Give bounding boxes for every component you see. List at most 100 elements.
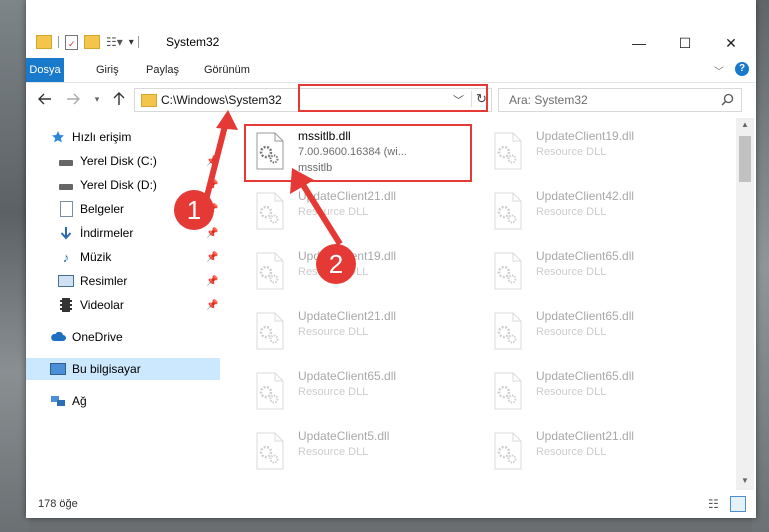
tab-share[interactable]: Paylaş — [136, 58, 189, 82]
file-tile[interactable]: UpdateClient19.dllResource DLL — [484, 122, 714, 182]
cloud-icon — [50, 329, 66, 345]
folder-icon — [141, 94, 157, 107]
scroll-down-icon[interactable]: ▼ — [741, 476, 749, 485]
dll-file-icon — [254, 252, 286, 290]
drive-icon — [58, 153, 74, 169]
expand-ribbon-icon[interactable]: ﹀ — [714, 63, 724, 78]
file-tile[interactable]: UpdateClient19.dllResource DLL — [246, 242, 476, 302]
network-icon — [50, 393, 66, 409]
search-icon[interactable] — [721, 93, 734, 106]
separator-icon — [58, 36, 59, 48]
forward-button[interactable] — [64, 90, 82, 108]
file-name: UpdateClient5.dll — [298, 429, 390, 443]
file-tile[interactable]: UpdateClient5.dll Resource DLL — [246, 422, 476, 482]
computer-icon — [50, 361, 66, 377]
window-title: System32 — [166, 35, 220, 49]
file-description: Resource DLL — [536, 266, 607, 278]
file-description: Resource DLL — [536, 206, 607, 218]
sidebar-item-label: Hızlı erişim — [72, 130, 132, 144]
file-tile[interactable]: UpdateClient65.dll Resource DLL — [484, 302, 714, 362]
file-tile[interactable]: UpdateClient65.dll Resource DLL — [484, 362, 714, 422]
music-icon: ♪ — [62, 249, 70, 265]
file-description: Resource DLL — [298, 386, 369, 398]
file-name: UpdateClient65.dll — [298, 369, 397, 383]
details-view-icon[interactable]: ☷ — [708, 497, 719, 511]
pin-icon[interactable]: 📌 — [206, 276, 218, 287]
file-tile[interactable]: UpdateClient42.dll Resource DLL — [484, 182, 714, 242]
maximize-button[interactable]: ☐ — [662, 30, 708, 56]
separator-icon — [137, 36, 139, 48]
pin-icon[interactable]: 📌 — [206, 228, 218, 239]
file-tile[interactable]: UpdateClient65.dll Resource DLL — [246, 362, 476, 422]
minimize-button[interactable]: — — [616, 30, 662, 56]
close-button[interactable]: ✕ — [708, 30, 754, 56]
file-tile[interactable]: UpdateClient65.dll Resource DLL — [484, 242, 714, 302]
sidebar-item-videos[interactable]: Videolar — [58, 294, 220, 316]
star-icon — [50, 129, 66, 145]
tab-view[interactable]: Görünüm — [194, 58, 260, 82]
dll-file-icon — [492, 252, 524, 290]
tab-home[interactable]: Giriş — [86, 58, 129, 82]
file-tile[interactable]: UpdateClient21.dll Resource DLL — [246, 182, 476, 242]
sidebar-item-label: Videolar — [80, 298, 124, 312]
dll-file-icon — [254, 132, 286, 170]
file-tile[interactable]: UpdateClient21.dll Resource DLL — [484, 422, 714, 482]
vertical-scrollbar[interactable]: ▲ ▼ — [736, 118, 754, 490]
sidebar-item-this-pc[interactable]: Bu bilgisayar — [26, 358, 220, 380]
recent-locations-button[interactable]: ▾ — [88, 90, 106, 108]
address-path[interactable]: C:\Windows\System32 — [161, 93, 282, 107]
refresh-icon[interactable]: ↻ — [471, 91, 487, 107]
sidebar-item-pictures[interactable]: Resimler — [58, 270, 220, 292]
customize-toolbar-icon[interactable]: ▾ — [129, 37, 134, 48]
help-icon[interactable]: ? — [735, 62, 749, 76]
sidebar-item-label: İndirmeler — [80, 226, 134, 240]
sidebar-item-music[interactable]: ♪ Müzik — [58, 246, 220, 268]
file-name: mssitlb.dll — [298, 129, 351, 143]
file-description: Resource DLL — [536, 386, 607, 398]
search-box[interactable]: Ara: System32 — [498, 88, 742, 112]
file-explorer-window: ✓ ☷▾ ▾ System32 — ☐ ✕ Dosya Giriş Paylaş… — [26, 0, 756, 518]
back-button[interactable] — [36, 90, 54, 108]
dll-file-icon — [254, 192, 286, 230]
scroll-up-icon[interactable]: ▲ — [741, 120, 749, 129]
ribbon: Dosya Giriş Paylaş Görünüm ﹀ ? — [26, 58, 756, 83]
navigation-bar: ▾ C:\Windows\System32 ﹀ ↻ Ara: System32 — [26, 86, 756, 114]
item-count: 178 öğe — [38, 498, 78, 510]
dll-file-icon — [254, 312, 286, 350]
arrow-annotation-2 — [290, 168, 343, 246]
sidebar-item-label: Yerel Disk (C:) — [80, 154, 157, 168]
file-description: Resource DLL — [536, 326, 607, 338]
file-description: Resource DLL — [536, 146, 607, 158]
dll-file-icon — [492, 432, 524, 470]
address-dropdown-icon[interactable]: ﹀ — [453, 92, 464, 108]
dll-file-icon — [492, 192, 524, 230]
download-icon — [58, 225, 74, 241]
pictures-icon — [58, 273, 74, 289]
file-tile[interactable]: UpdateClient21.dll Resource DLL — [246, 302, 476, 362]
quick-access-toolbar: ✓ ☷▾ ▾ — [36, 33, 139, 51]
folder-icon[interactable] — [36, 35, 52, 49]
file-tile-highlighted[interactable]: mssitlb.dll 7.00.9600.16384 (wi... mssitlb — [246, 122, 476, 182]
up-button[interactable] — [110, 90, 128, 108]
file-description: Resource DLL — [298, 326, 369, 338]
sidebar-item-onedrive[interactable]: OneDrive — [50, 326, 220, 348]
properties-icon[interactable]: ✓ — [65, 34, 78, 50]
tab-file[interactable]: Dosya — [26, 58, 64, 82]
file-name: UpdateClient65.dll — [536, 249, 635, 263]
file-description: 7.00.9600.16384 (wi... — [298, 146, 407, 158]
dll-file-icon — [492, 132, 524, 170]
file-description: Resource DLL — [536, 446, 607, 458]
pin-icon[interactable]: 📌 — [206, 300, 218, 311]
search-placeholder: Ara: System32 — [509, 93, 588, 107]
sidebar-item-label: Resimler — [80, 274, 128, 288]
scrollbar-thumb[interactable] — [739, 136, 751, 182]
callout-1: 1 — [174, 190, 214, 230]
file-description: Resource DLL — [298, 446, 369, 458]
drive-icon — [58, 177, 74, 193]
new-folder-icon[interactable] — [84, 35, 100, 49]
view-options-icon[interactable]: ☷▾ — [106, 35, 123, 49]
sidebar-item-network[interactable]: Ağ — [50, 390, 220, 412]
pin-icon[interactable]: 📌 — [206, 252, 218, 263]
tiles-view-icon[interactable] — [730, 496, 746, 512]
sidebar-item-label: OneDrive — [72, 330, 123, 344]
